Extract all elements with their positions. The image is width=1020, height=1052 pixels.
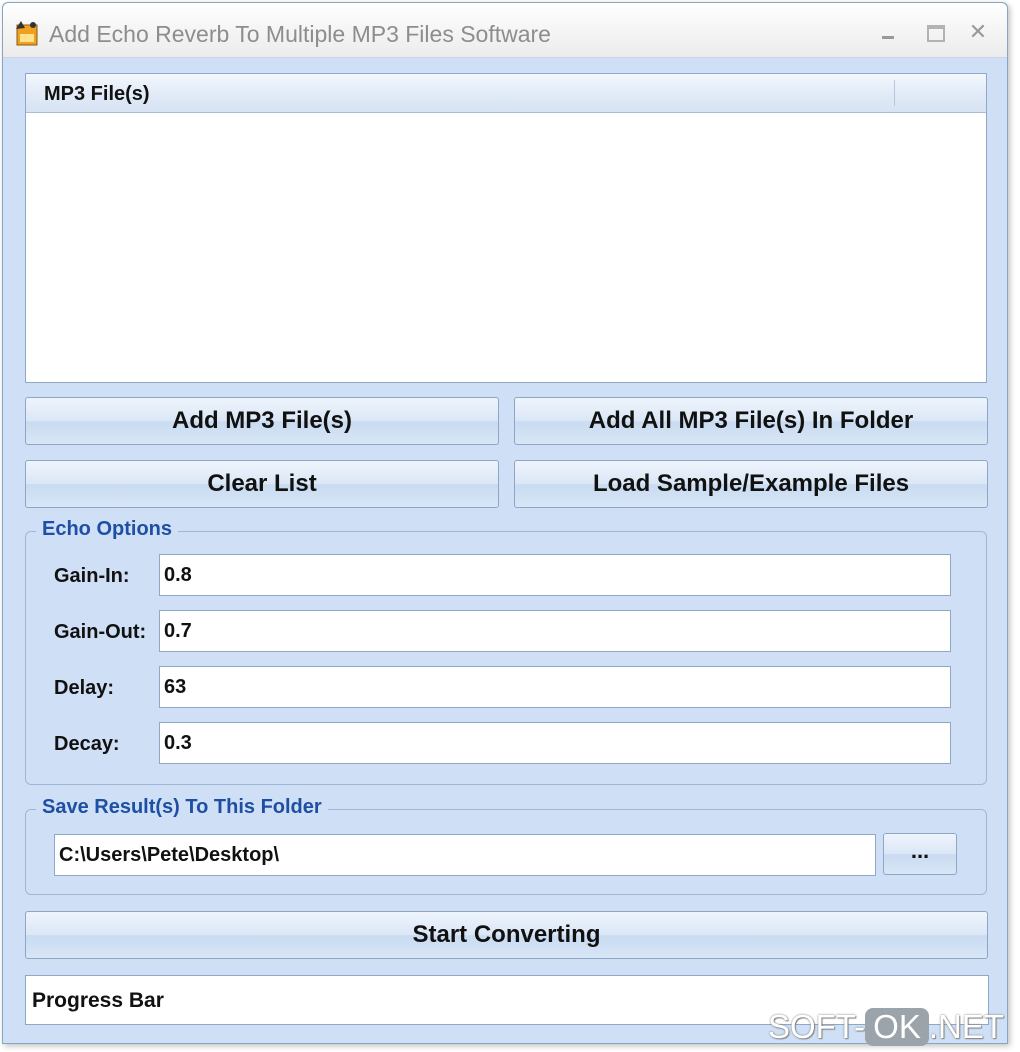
echo-options-title: Echo Options xyxy=(36,518,178,541)
save-folder-title: Save Result(s) To This Folder xyxy=(36,796,328,819)
watermark-prefix: SOFT- xyxy=(768,1008,866,1045)
start-converting-button[interactable]: Start Converting xyxy=(25,911,988,959)
close-button[interactable]: ✕ xyxy=(965,19,991,45)
minimize-icon xyxy=(882,36,894,39)
minimize-button[interactable] xyxy=(875,19,901,45)
window-title: Add Echo Reverb To Multiple MP3 Files So… xyxy=(49,21,551,47)
clear-list-button[interactable]: Clear List xyxy=(25,460,499,508)
list-header: MP3 File(s) xyxy=(26,74,986,113)
title-bar[interactable]: Add Echo Reverb To Multiple MP3 Files So… xyxy=(3,3,1007,58)
save-folder-group: Save Result(s) To This Folder xyxy=(25,796,987,895)
decay-field[interactable] xyxy=(159,722,951,764)
maximize-button[interactable] xyxy=(921,19,947,45)
watermark-ok: OK xyxy=(865,1008,929,1046)
progress-bar-label: Progress Bar xyxy=(32,989,164,1012)
echo-options-group: Echo Options Gain-In: Gain-Out: Delay: D… xyxy=(25,518,987,785)
gain-out-field[interactable] xyxy=(159,610,951,652)
add-folder-button[interactable]: Add All MP3 File(s) In Folder xyxy=(514,397,988,445)
load-sample-files-button[interactable]: Load Sample/Example Files xyxy=(514,460,988,508)
mp3-file-list[interactable]: MP3 File(s) xyxy=(25,73,987,383)
output-folder-field[interactable] xyxy=(54,834,876,876)
gain-in-label: Gain-In: xyxy=(54,565,130,587)
column-header-mp3-files[interactable]: MP3 File(s) xyxy=(44,83,150,106)
browse-folder-button[interactable]: ... xyxy=(883,833,957,875)
add-mp3-files-button[interactable]: Add MP3 File(s) xyxy=(25,397,499,445)
delay-label: Delay: xyxy=(54,677,115,699)
delay-field[interactable] xyxy=(159,666,951,708)
decay-label: Decay: xyxy=(54,733,120,755)
column-separator[interactable] xyxy=(894,80,895,106)
watermark-suffix: .NET xyxy=(928,1008,1005,1045)
maximize-icon xyxy=(927,25,945,42)
gain-in-field[interactable] xyxy=(159,554,951,596)
app-icon xyxy=(13,19,41,47)
gain-out-label: Gain-Out: xyxy=(54,621,147,643)
watermark: SOFT- OK .NET xyxy=(768,1008,1004,1046)
app-window: Add Echo Reverb To Multiple MP3 Files So… xyxy=(2,2,1008,1044)
close-icon: ✕ xyxy=(968,19,988,44)
